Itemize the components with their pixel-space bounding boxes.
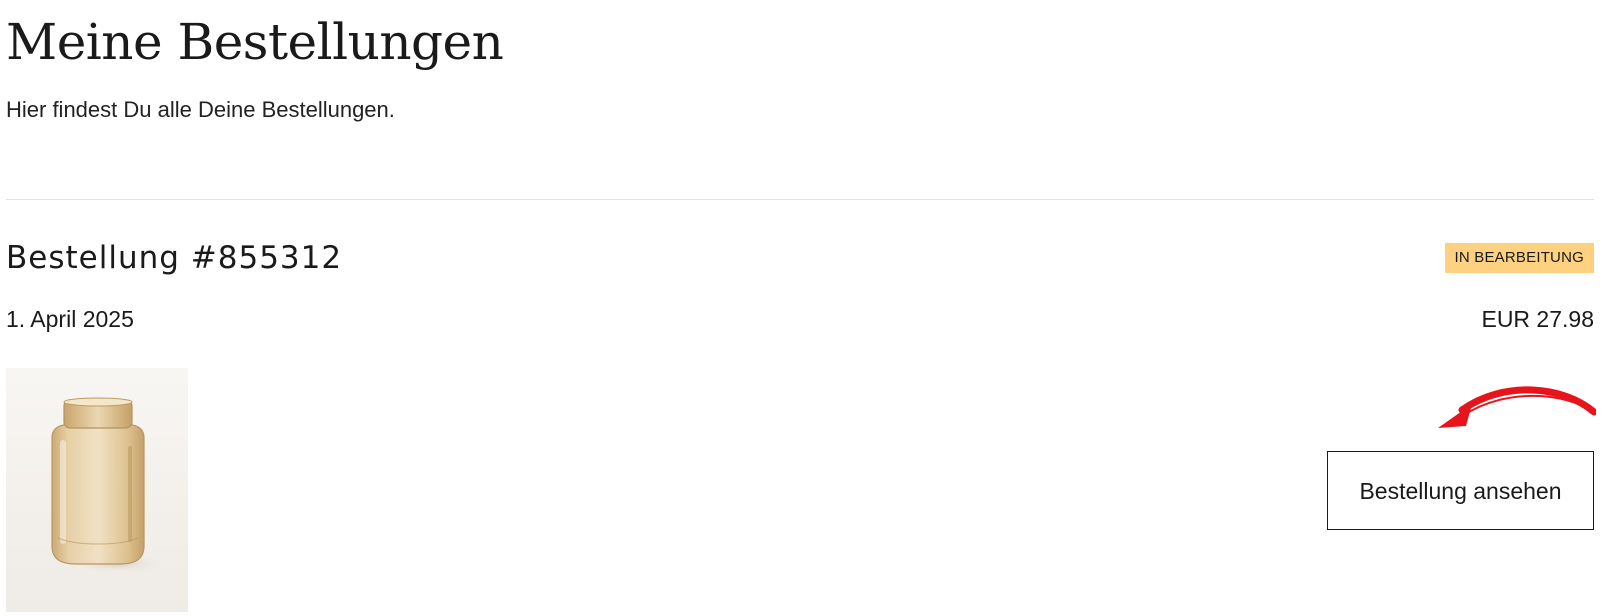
page-title: Meine Bestellungen	[6, 13, 504, 71]
order-date: 1. April 2025	[6, 306, 134, 332]
section-divider	[6, 199, 1594, 200]
product-thumbnail[interactable]	[6, 368, 188, 612]
curved-arrow-icon	[1438, 386, 1596, 428]
red-arrow-annotation	[1434, 382, 1596, 436]
order-number: Bestellung #855312	[6, 240, 343, 276]
glass-vase-image	[6, 368, 188, 612]
page-subtitle: Hier findest Du alle Deine Bestellungen.	[6, 97, 395, 122]
view-order-button[interactable]: Bestellung ansehen	[1327, 451, 1594, 530]
status-badge: IN BEARBEITUNG	[1444, 243, 1594, 273]
order-total: EUR 27.98	[1481, 306, 1594, 332]
